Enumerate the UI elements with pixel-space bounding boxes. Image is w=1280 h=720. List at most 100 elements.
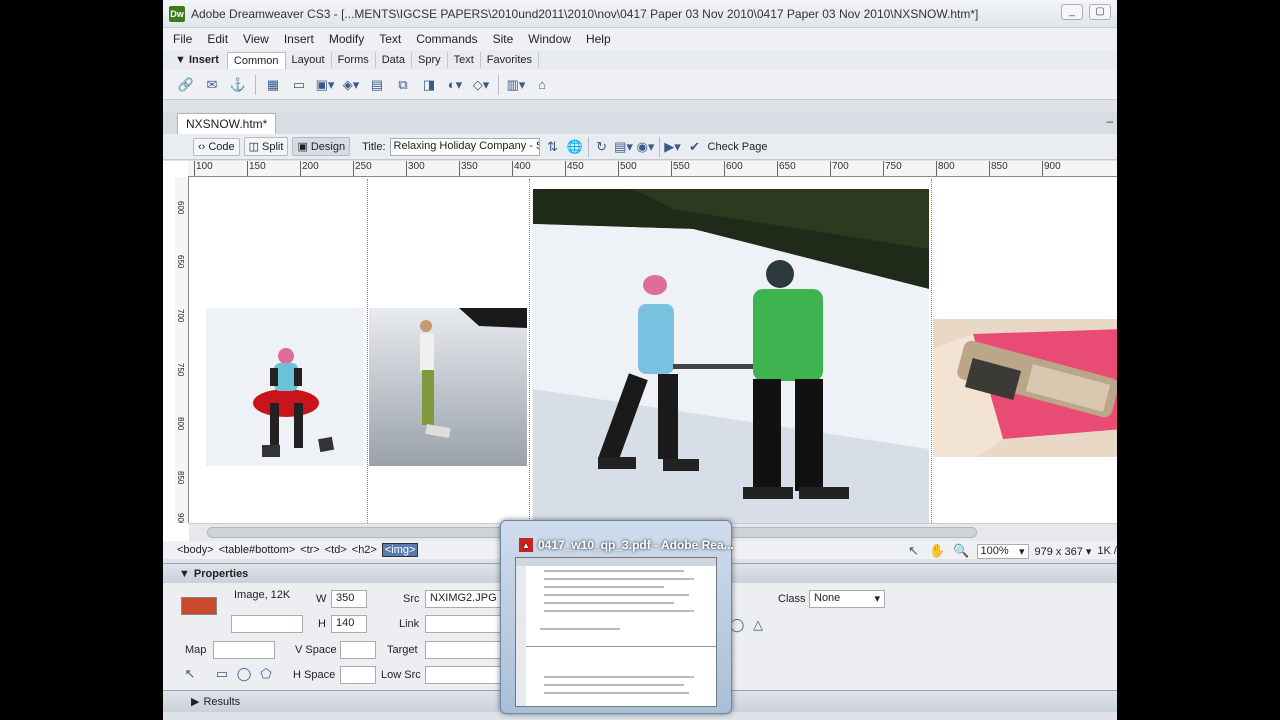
page-title-input[interactable]: Relaxing Holiday Company - Sn	[389, 137, 540, 156]
tag-chooser-icon[interactable]: ⌂	[533, 76, 551, 94]
minimize-button[interactable]: _	[1061, 4, 1083, 20]
insert-icon-bar: 🔗 ✉ ⚓ ▦ ▭ ▣▾ ◈▾ ▤ ⧉ ◨ ◐▾ ◇▾ ▥▾ ⌂	[163, 70, 1117, 100]
pointer-hotspot-icon[interactable]: ↖	[181, 665, 199, 683]
media-icon[interactable]: ◈▾	[342, 76, 360, 94]
sled-child-photo[interactable]	[206, 308, 364, 466]
title-bar: Dw Adobe Dreamweaver CS3 - [...MENTS\IGC…	[163, 0, 1117, 28]
title-label: Title:	[362, 140, 386, 153]
refresh-icon[interactable]: ↻	[593, 138, 611, 156]
tab-layout[interactable]: Layout	[286, 52, 332, 68]
split-view-button[interactable]: ◫ Split	[243, 137, 289, 156]
class-select[interactable]: None ▾	[809, 590, 885, 608]
rectangle-hotspot-icon[interactable]: ▭	[213, 665, 231, 683]
image-name-input[interactable]	[231, 615, 303, 633]
tag-tr[interactable]: <tr>	[300, 544, 320, 556]
restore-button[interactable]: ▢	[1089, 4, 1111, 20]
image-type-label: Image, 12K	[234, 589, 291, 601]
file-management-icon[interactable]: ⇅	[544, 138, 562, 156]
menu-view[interactable]: View	[243, 32, 269, 46]
named-anchor-icon[interactable]: ⚓	[229, 76, 247, 94]
head-icon[interactable]: ◐▾	[446, 76, 464, 94]
menu-commands[interactable]: Commands	[416, 32, 477, 46]
templates-icon[interactable]: ▥▾	[507, 76, 526, 94]
check-page-button[interactable]: Check Page	[708, 141, 768, 153]
script-icon[interactable]: ◇▾	[472, 76, 490, 94]
page-canvas[interactable]	[189, 179, 1117, 523]
menu-site[interactable]: Site	[493, 32, 514, 46]
validate-markup-icon[interactable]: ▶▾	[664, 138, 682, 156]
menu-bar: File Edit View Insert Modify Text Comman…	[163, 28, 1117, 50]
pdf-page-preview	[515, 557, 717, 707]
document-tab[interactable]: NXSNOW.htm*	[177, 113, 277, 134]
div-icon[interactable]: ▭	[290, 76, 308, 94]
tab-spry[interactable]: Spry	[412, 52, 448, 68]
document-close-button[interactable]: –	[1106, 114, 1113, 128]
horizontal-ruler: 100 150 200 250 300 350 400 450 500 550 …	[188, 161, 1117, 177]
window-size[interactable]: 979 x 367 ▾	[1035, 545, 1092, 558]
code-view-icon: ‹›	[198, 140, 206, 153]
taskbar-thumbnail-preview[interactable]: ▲ 0417_w10_qp_3.pdf - Adobe Rea...	[500, 520, 734, 714]
pdf-icon: ▲	[519, 538, 533, 552]
tag-td[interactable]: <td>	[325, 544, 347, 556]
expand-triangle-icon: ▶	[191, 696, 200, 708]
chevron-down-icon: ▾	[1018, 545, 1025, 558]
menu-modify[interactable]: Modify	[329, 32, 364, 46]
email-link-icon[interactable]: ✉	[203, 76, 221, 94]
width-input[interactable]: 350	[331, 590, 367, 608]
visual-aids-icon[interactable]: ◉▾	[637, 138, 655, 156]
vertical-ruler: 600 650 700 750 800 850 900	[175, 177, 189, 523]
tag-img-selected[interactable]: <img>	[381, 543, 419, 557]
hyperlink-icon[interactable]: 🔗	[177, 76, 195, 94]
tag-h2[interactable]: <h2>	[352, 544, 377, 556]
polygon-hotspot-icon[interactable]: ⬠	[257, 665, 275, 683]
thumbnail-title: 0417_w10_qp_3.pdf - Adobe Rea...	[538, 538, 734, 552]
snowboarder-photo[interactable]	[369, 308, 527, 466]
sharpen-icon[interactable]: △	[749, 616, 767, 634]
preview-browser-icon[interactable]: 🌐	[566, 138, 584, 156]
design-view[interactable]: 100 150 200 250 300 350 400 450 500 550 …	[163, 161, 1117, 541]
lowsrc-input[interactable]	[425, 666, 505, 684]
hand-tool-icon[interactable]: ✋	[929, 542, 947, 560]
menu-window[interactable]: Window	[528, 32, 571, 46]
hspace-input[interactable]	[340, 666, 376, 684]
tab-favorites[interactable]: Favorites	[481, 52, 540, 68]
document-tab-row: NXSNOW.htm* –	[163, 112, 1117, 134]
link-input[interactable]	[425, 615, 505, 633]
split-view-icon: ◫	[248, 141, 260, 153]
src-input[interactable]: NXIMG2.JPG	[425, 590, 505, 608]
target-input[interactable]	[425, 641, 505, 659]
check-page-icon[interactable]: ✔	[686, 138, 704, 156]
vspace-input[interactable]	[340, 641, 376, 659]
select-tool-icon[interactable]: ↖	[905, 542, 923, 560]
chevron-down-icon: ▾	[874, 593, 880, 605]
tab-common[interactable]: Common	[226, 51, 286, 69]
circle-hotspot-icon[interactable]: ◯	[235, 665, 253, 683]
image-icon[interactable]: ▣▾	[316, 76, 335, 94]
code-view-button[interactable]: ‹› Code	[193, 137, 240, 156]
chevron-down-icon: ▾	[1085, 545, 1092, 558]
zoom-select[interactable]: 100% ▾	[976, 543, 1029, 559]
design-view-icon: ▣	[297, 141, 308, 153]
menu-insert[interactable]: Insert	[284, 32, 314, 46]
server-side-include-icon[interactable]: ⧉	[394, 76, 412, 94]
tag-table-bottom[interactable]: <table#bottom>	[219, 544, 295, 556]
ski-lesson-photo[interactable]	[533, 189, 929, 523]
insert-bar-toggle[interactable]: ▼ Insert	[175, 54, 219, 66]
design-view-button[interactable]: ▣ Design	[292, 137, 351, 156]
menu-edit[interactable]: Edit	[207, 32, 228, 46]
zoom-tool-icon[interactable]: 🔍	[953, 542, 971, 560]
table-icon[interactable]: ▦	[264, 76, 282, 94]
tag-body[interactable]: <body>	[177, 544, 214, 556]
comment-icon[interactable]: ◨	[420, 76, 438, 94]
date-icon[interactable]: ▤	[368, 76, 386, 94]
tab-data[interactable]: Data	[376, 52, 412, 68]
menu-text[interactable]: Text	[379, 32, 401, 46]
menu-file[interactable]: File	[173, 32, 192, 46]
tab-text[interactable]: Text	[448, 52, 481, 68]
height-input[interactable]: 140	[331, 615, 367, 633]
map-input[interactable]	[213, 641, 275, 659]
tab-forms[interactable]: Forms	[332, 52, 376, 68]
view-options-icon[interactable]: ▤▾	[614, 138, 633, 156]
mobile-phone-photo[interactable]	[933, 319, 1117, 457]
menu-help[interactable]: Help	[586, 32, 611, 46]
